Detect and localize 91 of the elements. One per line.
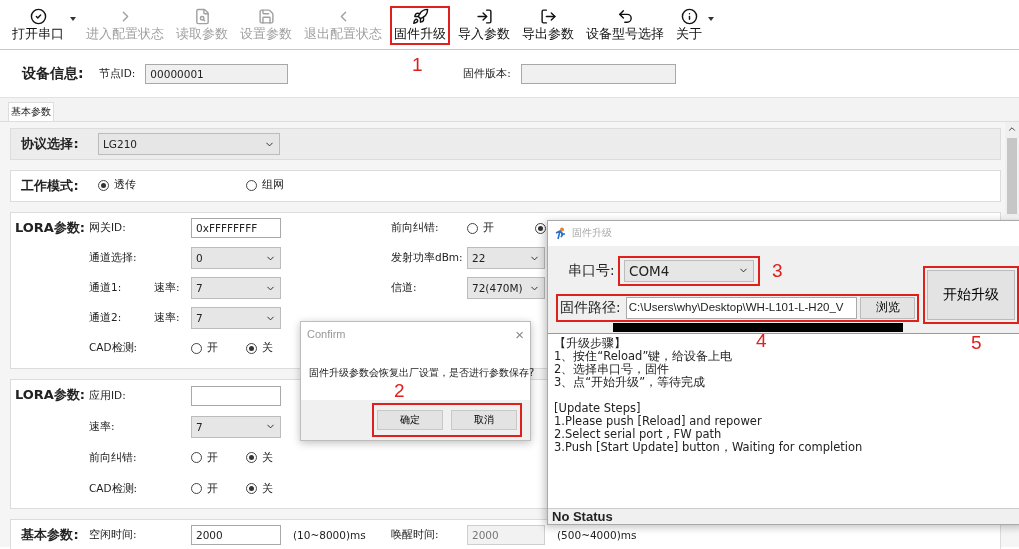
radio-label: 透传 bbox=[114, 178, 136, 192]
curved-arrow-icon bbox=[616, 8, 634, 25]
section-title: LORA参数: bbox=[14, 219, 86, 237]
dialog-button[interactable]: 取消 bbox=[451, 410, 517, 430]
field-label: 串口号: bbox=[567, 261, 616, 280]
sign-out-icon bbox=[539, 8, 557, 25]
browse-button[interactable]: 浏览 bbox=[860, 296, 915, 319]
close-button[interactable]: × bbox=[515, 325, 524, 343]
dropdown[interactable]: 7 bbox=[191, 415, 281, 438]
start-button[interactable]: 开始升级 bbox=[927, 269, 1015, 320]
rocket-icon bbox=[411, 8, 429, 25]
field-label: 速率: bbox=[154, 311, 181, 325]
dropdown[interactable]: 22 bbox=[467, 247, 545, 269]
field-label: 通道2: bbox=[89, 311, 123, 325]
callout-number: 1 bbox=[412, 54, 423, 76]
tab[interactable]: 基本参数 bbox=[8, 102, 54, 121]
dropdown[interactable]: LG210 bbox=[98, 133, 280, 155]
radio-label: 关 bbox=[262, 481, 273, 496]
callout-number: 3 bbox=[772, 259, 783, 282]
input-field[interactable] bbox=[520, 63, 676, 84]
field-label: 应用ID: bbox=[89, 388, 127, 403]
dropdown[interactable]: 72(470M) bbox=[467, 277, 545, 299]
radio-label: 开 bbox=[207, 341, 218, 355]
callout-number: 4 bbox=[756, 329, 767, 352]
field-label: 网关ID: bbox=[89, 221, 127, 235]
dialog-title: Confirm bbox=[307, 328, 346, 340]
field-label: 节点ID: bbox=[98, 66, 136, 81]
toolbar-button[interactable]: 设备型号选择 bbox=[582, 6, 668, 45]
field-label: 通道选择: bbox=[89, 251, 138, 265]
scrollbar-thumb[interactable] bbox=[1007, 138, 1017, 214]
range-hint: (500~4000)ms bbox=[556, 529, 637, 541]
dialog-button[interactable]: 确定 bbox=[377, 410, 443, 430]
log-line: 1、按住“Reload”键，给设备上电 bbox=[554, 349, 733, 363]
field-label: 前向纠错: bbox=[89, 450, 138, 465]
scrollbar[interactable] bbox=[1005, 122, 1019, 216]
field-label: 固件路径: bbox=[560, 298, 622, 317]
field-label: 唤醒时间: bbox=[391, 528, 440, 542]
field-label: 发射功率dBm: bbox=[391, 251, 464, 265]
log-line: 3、点“开始升级”，等待完成 bbox=[554, 375, 706, 389]
info-icon bbox=[680, 8, 698, 25]
field-label: 前向纠错: bbox=[391, 221, 440, 235]
section-title: 设备信息: bbox=[22, 64, 84, 83]
input-field[interactable]: 2000 bbox=[191, 525, 281, 545]
file-search-icon bbox=[193, 8, 211, 25]
sign-in-icon bbox=[475, 8, 493, 25]
field-label: 固件版本: bbox=[463, 66, 511, 81]
toolbar-button[interactable]: 导出参数 bbox=[518, 6, 578, 45]
field-label: 速率: bbox=[89, 419, 116, 434]
field-label: 信道: bbox=[391, 281, 418, 295]
field-label: 通道1: bbox=[89, 281, 123, 295]
callout-number: 5 bbox=[971, 331, 982, 354]
field-label: CAD检测: bbox=[89, 481, 139, 496]
chevron-up-icon bbox=[1007, 124, 1017, 134]
log-line: 1.Please push [Reload] and repower bbox=[554, 414, 762, 428]
range-hint: (10~8000)ms bbox=[292, 529, 366, 541]
section-title: 协议选择: bbox=[21, 135, 79, 153]
input-field[interactable] bbox=[191, 385, 281, 406]
radio-label: 关 bbox=[262, 450, 273, 465]
radio-label: 组网 bbox=[262, 178, 284, 192]
field-label: 空闲时间: bbox=[89, 528, 138, 542]
radio-label: 开 bbox=[207, 481, 218, 496]
dropdown[interactable]: 7 bbox=[191, 307, 281, 329]
log-line: 【升级步骤】 bbox=[554, 336, 626, 350]
field-label: CAD检测: bbox=[89, 341, 139, 355]
log-line: [Update Steps] bbox=[554, 401, 641, 415]
path-field[interactable]: C:\Users\why\Desktop\WH-L101-L-H20_V bbox=[625, 296, 858, 319]
input-field[interactable]: 00000001 bbox=[145, 63, 289, 84]
section-title: 基本参数: bbox=[21, 526, 79, 544]
window-title: 固件升级 bbox=[572, 226, 612, 241]
radio-label: 开 bbox=[207, 450, 218, 465]
callout-number: 2 bbox=[394, 380, 405, 402]
log-line: 2、选择串口号，固件 bbox=[554, 362, 670, 376]
log-line: 2.Select serial port , FW path bbox=[554, 427, 722, 441]
check-circle-icon bbox=[29, 8, 47, 25]
radio-label: 关 bbox=[262, 341, 273, 355]
running-figure-icon bbox=[554, 226, 567, 240]
toolbar-button[interactable]: 导入参数 bbox=[454, 6, 514, 45]
dropdown[interactable]: 7 bbox=[191, 277, 281, 299]
field-label: 速率: bbox=[154, 281, 181, 295]
port-dropdown[interactable]: COM4 bbox=[624, 259, 754, 282]
toolbar-button[interactable]: 固件升级 bbox=[390, 6, 450, 45]
section-title: 工作模式: bbox=[21, 177, 79, 195]
log-line: 3.Push [Start Update] button，Waiting for completion bbox=[554, 440, 863, 454]
status-text: No Status bbox=[552, 509, 613, 524]
toolbar-button[interactable]: 关于 bbox=[672, 6, 706, 45]
dropdown[interactable]: 0 bbox=[191, 247, 281, 269]
radio-label: 开 bbox=[483, 221, 494, 235]
input-field[interactable]: 0xFFFFFFFF bbox=[191, 218, 281, 238]
toolbar-button[interactable]: 打开串口 bbox=[8, 6, 68, 45]
dialog-message: 固件升级参数会恢复出厂设置，是否进行参数保存? bbox=[309, 366, 535, 380]
section-title: LORA参数: bbox=[14, 386, 86, 404]
